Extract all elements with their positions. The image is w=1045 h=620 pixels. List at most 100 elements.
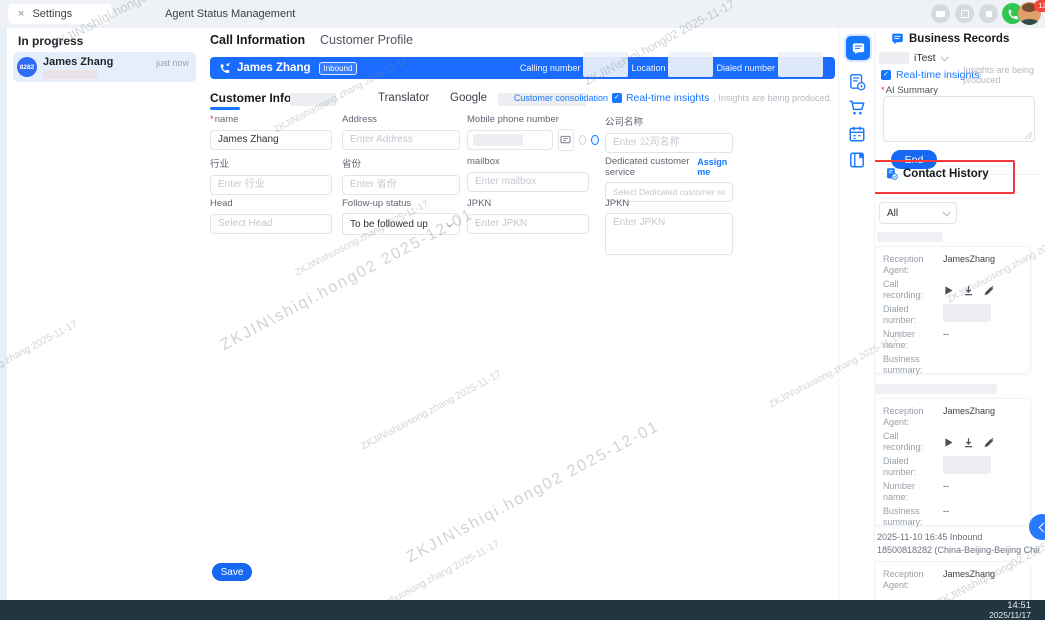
notification-badge: 12 bbox=[1034, 0, 1045, 12]
tab-agent-status-management[interactable]: Agent Status Management bbox=[165, 0, 295, 28]
customer-consolidation-label[interactable]: Customer consolidation bbox=[514, 93, 608, 103]
chevron-down-icon bbox=[942, 208, 950, 216]
number-name-value: -- bbox=[943, 329, 949, 351]
assign-me-link[interactable]: Assign me bbox=[697, 157, 733, 177]
subtab-google[interactable]: Google bbox=[450, 92, 487, 104]
field-industry: 行业 bbox=[210, 156, 332, 195]
chevron-down-icon bbox=[445, 219, 453, 227]
settings-tab-label: Settings bbox=[32, 8, 72, 20]
recording-label: Call recording: bbox=[883, 431, 935, 453]
tab-settings[interactable]: × Settings bbox=[8, 4, 112, 24]
dialed-label: Dialed number: bbox=[883, 304, 935, 326]
jpkn-textarea[interactable] bbox=[605, 213, 733, 255]
history-filter-select[interactable]: All bbox=[879, 202, 957, 224]
province-input[interactable] bbox=[342, 175, 460, 195]
play-icon[interactable] bbox=[943, 437, 954, 448]
field-mailbox: mailbox bbox=[467, 156, 589, 192]
download-icon[interactable] bbox=[963, 437, 974, 448]
session-list-panel: In progress 8282 James Zhang just now bbox=[7, 28, 203, 600]
field-jpkn-notes: JPKN bbox=[605, 198, 733, 260]
calling-number-label: Calling number bbox=[520, 63, 581, 73]
contact-history-card[interactable]: Reception Agent:JamesZhang Call recordin… bbox=[874, 246, 1031, 374]
realtime-insights-checkbox[interactable]: ✓ bbox=[881, 70, 891, 80]
contact-history-card[interactable]: Reception Agent:JamesZhang Call recordin… bbox=[874, 398, 1031, 526]
clock-date: 2025/11/17 bbox=[989, 611, 1031, 620]
consolidation-checkbox[interactable]: ✓ bbox=[612, 93, 622, 103]
redacted-phone-number bbox=[43, 70, 97, 79]
toolbar-button-message[interactable] bbox=[931, 4, 950, 23]
field-company-name: 公司名称 bbox=[605, 114, 733, 153]
required-mark: * bbox=[210, 114, 214, 125]
recording-label: Call recording: bbox=[883, 279, 935, 301]
chevron-left-icon bbox=[1038, 522, 1045, 532]
toolbar-button-stop[interactable] bbox=[979, 4, 998, 23]
summary-value: -- bbox=[943, 506, 949, 528]
mailbox-input[interactable] bbox=[467, 172, 589, 192]
save-button[interactable]: Save bbox=[212, 563, 252, 581]
insights-status-text: , Insights are being produced. bbox=[713, 93, 832, 103]
taskbar-clock[interactable]: 14:51 2025/11/17 bbox=[989, 601, 1031, 620]
redacted-type-prefix bbox=[879, 52, 909, 64]
head-select[interactable] bbox=[210, 214, 332, 234]
business-records-title: Business Records bbox=[909, 33, 1009, 45]
field-address: Address bbox=[342, 114, 460, 150]
agent-value: JamesZhang bbox=[943, 569, 995, 591]
field-jpkn: JPKN bbox=[467, 198, 589, 234]
stop-icon bbox=[986, 11, 992, 17]
company-name-input[interactable] bbox=[605, 133, 733, 153]
address-input[interactable] bbox=[342, 130, 460, 150]
ai-summary-label: *AI Summary bbox=[881, 85, 938, 96]
session-list-item[interactable]: 8282 James Zhang just now bbox=[13, 52, 196, 82]
realtime-insights-label[interactable]: Real-time insights bbox=[626, 92, 709, 104]
jpkn-input[interactable] bbox=[467, 214, 589, 234]
agent-value: JamesZhang bbox=[943, 406, 995, 428]
download-icon[interactable] bbox=[963, 285, 974, 296]
rail-item-business-records[interactable] bbox=[844, 34, 872, 62]
redacted-location bbox=[668, 52, 713, 77]
tab-call-information[interactable]: Call Information bbox=[210, 33, 305, 47]
summary-label: Business summary: bbox=[883, 354, 935, 376]
business-records-panel: Business Records iTest ✓ Real-time insig… bbox=[874, 28, 1045, 600]
inbound-call-icon bbox=[219, 62, 231, 74]
play-icon[interactable] bbox=[943, 285, 954, 296]
caller-name: James Zhang bbox=[43, 56, 113, 68]
toolbar-button-hold[interactable] bbox=[955, 4, 974, 23]
sms-button[interactable] bbox=[558, 129, 574, 151]
ai-summary-textarea[interactable] bbox=[883, 96, 1035, 142]
business-records-icon bbox=[891, 32, 904, 45]
message-icon bbox=[560, 135, 571, 145]
field-province: 省份 bbox=[342, 156, 460, 195]
subtab-translator[interactable]: Translator bbox=[378, 92, 429, 104]
number-name-label: Number name: bbox=[883, 329, 935, 351]
frame-icon bbox=[961, 10, 969, 18]
followup-status-select[interactable]: To be followed up bbox=[342, 213, 460, 235]
call-icon[interactable] bbox=[591, 135, 599, 145]
top-bar: × Settings Agent Status Management 12 bbox=[0, 0, 1045, 28]
edit-icon[interactable] bbox=[983, 437, 994, 448]
tab-customer-profile[interactable]: Customer Profile bbox=[320, 33, 413, 47]
redacted-dialed-number bbox=[943, 456, 991, 474]
dialed-label: Dialed number: bbox=[883, 456, 935, 478]
history-icon[interactable] bbox=[579, 135, 587, 145]
rail-item-orders[interactable] bbox=[848, 99, 866, 117]
resize-handle-icon[interactable] bbox=[1025, 132, 1032, 139]
close-icon[interactable]: × bbox=[18, 9, 24, 20]
number-name-label: Number name: bbox=[883, 481, 935, 503]
redacted-mobile-value bbox=[473, 134, 523, 146]
avatar-body bbox=[1020, 19, 1039, 25]
dialed-number-label: Dialed number bbox=[716, 63, 775, 73]
in-progress-title: In progress bbox=[18, 34, 83, 48]
industry-input[interactable] bbox=[210, 175, 332, 195]
call-banner: James Zhang Inbound Calling number Locat… bbox=[210, 57, 835, 79]
edit-icon[interactable] bbox=[983, 285, 994, 296]
rail-item-notebook[interactable] bbox=[848, 151, 866, 169]
agent-value: JamesZhang bbox=[943, 254, 995, 276]
name-input[interactable] bbox=[210, 130, 332, 150]
rail-item-contact-history[interactable] bbox=[848, 73, 866, 91]
rail-item-calendar[interactable] bbox=[848, 125, 866, 143]
agent-avatar: 8282 bbox=[17, 57, 37, 77]
record-type-dropdown[interactable]: iTest bbox=[879, 52, 947, 64]
summary-label: Business summary: bbox=[883, 506, 935, 528]
redacted-timestamp bbox=[877, 232, 943, 242]
contact-history-card[interactable]: Reception Agent:JamesZhang bbox=[874, 561, 1031, 600]
